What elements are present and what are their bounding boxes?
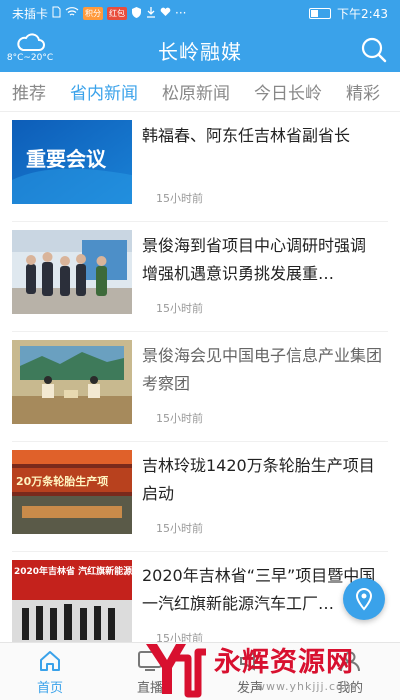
page-title: 长岭融媒	[158, 40, 242, 64]
nav-home[interactable]: 首页	[15, 647, 85, 696]
more-icon: ···	[175, 6, 187, 20]
thumb-caption: 重要会议	[26, 147, 107, 171]
carrier-text: 未插卡	[12, 6, 49, 21]
news-time: 15小时前	[156, 192, 203, 205]
search-icon	[361, 37, 387, 63]
news-thumbnail	[12, 340, 132, 424]
location-pin-icon	[355, 587, 373, 611]
news-item[interactable]: 20万条轮胎生产项 吉林玲珑1420万条轮胎生产项目启动 15小时前	[12, 442, 388, 552]
watermark-logo	[146, 644, 206, 698]
watermark-url: www.yhkjjj.com	[256, 680, 356, 693]
news-thumbnail: 重要会议	[12, 120, 132, 204]
redpacket-badge: 红包	[107, 6, 128, 20]
clock-text: 下午2:43	[337, 6, 388, 21]
tab-songyuan-news[interactable]: 松原新闻	[150, 79, 242, 104]
tab-highlights[interactable]: 精彩	[334, 79, 392, 104]
news-item[interactable]: 景俊海到省项目中心调研时强调 增强机遇意识勇挑发展重… 15小时前	[12, 222, 388, 332]
shield-icon	[131, 6, 142, 21]
tab-recommend[interactable]: 推荐	[0, 79, 58, 104]
news-time: 15小时前	[156, 302, 203, 315]
news-time: 15小时前	[156, 412, 203, 425]
nav-home-label: 首页	[36, 681, 63, 696]
heart-icon	[160, 6, 171, 20]
tab-today-changling[interactable]: 今日长岭	[242, 79, 334, 104]
news-thumbnail: 20万条轮胎生产项	[12, 450, 132, 534]
news-item[interactable]: 重要会议 韩福春、阿东任吉林省副省长 15小时前	[12, 112, 388, 222]
status-bar: 未插卡 积分 红包 ··· 下午2:43	[0, 0, 400, 26]
points-badge: 积分	[83, 6, 104, 20]
app-header: 8°C~20°C 长岭融媒	[0, 26, 400, 72]
location-button[interactable]	[343, 578, 385, 620]
battery-icon	[309, 7, 332, 19]
news-title: 吉林玲珑1420万条轮胎生产项目启动	[142, 456, 375, 503]
tab-provincial-news[interactable]: 省内新闻	[58, 79, 150, 104]
category-tabs: 推荐 省内新闻 松原新闻 今日长岭 精彩	[0, 72, 400, 112]
news-title: 景俊海会见中国电子信息产业集团考察团	[142, 346, 383, 393]
watermark: 永辉资源网 www.yhkjjj.com	[140, 638, 400, 700]
thumb-caption: 2020年吉林省 汽红旗新能源汽车工	[14, 565, 132, 577]
news-time: 15小时前	[156, 522, 203, 535]
news-title: 景俊海到省项目中心调研时强调 增强机遇意识勇挑发展重…	[142, 236, 367, 283]
home-icon	[40, 651, 60, 671]
news-thumbnail: 2020年吉林省 汽红旗新能源汽车工	[12, 560, 132, 644]
wifi-icon	[65, 6, 79, 20]
download-icon	[146, 6, 156, 21]
watermark-text: 永辉资源网	[214, 647, 354, 678]
news-title: 韩福春、阿东任吉林省副省长	[142, 126, 351, 145]
news-item[interactable]: 景俊海会见中国电子信息产业集团考察团 15小时前	[12, 332, 388, 442]
thumb-caption: 20万条轮胎生产项	[16, 474, 108, 488]
search-button[interactable]	[360, 36, 388, 64]
sim-icon	[52, 6, 61, 21]
news-thumbnail	[12, 230, 132, 314]
